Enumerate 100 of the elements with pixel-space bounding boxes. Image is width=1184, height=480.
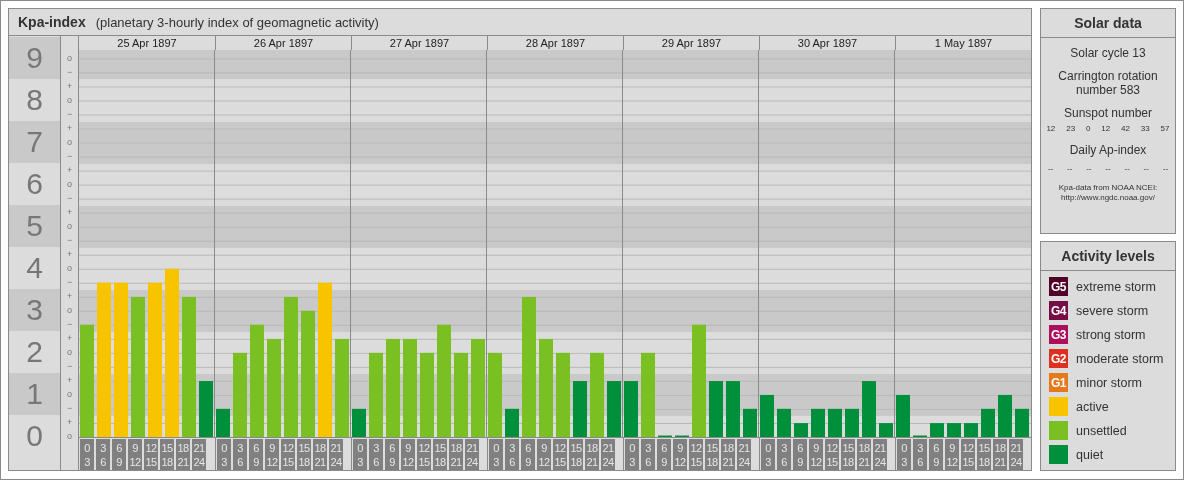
y-axis-label: 2 (26, 337, 43, 367)
scale-mark: o (67, 388, 73, 401)
scale-mark: o (67, 220, 73, 233)
sunspot-title: Sunspot number (1063, 106, 1153, 120)
time-slot-label: 18 21 (857, 439, 871, 470)
scale-mark: + (67, 122, 73, 135)
scale-mark: − (67, 234, 73, 247)
time-slot-label: 12 15 (689, 439, 703, 470)
time-slot-label: 3 6 (777, 439, 791, 470)
time-slot-label: 0 3 (489, 439, 503, 470)
scale-mark: o (67, 430, 73, 443)
time-slot-label: 3 6 (96, 439, 110, 470)
y-axis-label: 1 (26, 379, 43, 409)
time-slot-label: 3 6 (913, 439, 927, 470)
time-slot-label: 12 15 (961, 439, 975, 470)
time-slot-label: 9 12 (945, 439, 959, 470)
scale-mark: o (67, 52, 73, 65)
level-label: active (1076, 399, 1109, 414)
time-slot-label: 15 18 (977, 439, 991, 470)
sunspot-value: 23 (1066, 124, 1076, 133)
y-axis-label: 0 (26, 421, 43, 451)
time-slot-label: 15 18 (297, 439, 311, 470)
time-slot-label: 21 24 (601, 439, 615, 470)
time-slot-label: 6 9 (929, 439, 943, 470)
scale-mark: − (67, 150, 73, 163)
panel-subtitle: (planetary 3-hourly index of geomagnetic activity) (95, 14, 379, 30)
scale-mark: + (67, 332, 73, 345)
time-slot-label: 0 3 (80, 439, 94, 470)
time-slot-label: 18 21 (993, 439, 1007, 470)
sunspot-value: 57 (1160, 124, 1170, 133)
scale-mark: o (67, 136, 73, 149)
scale-mark: − (67, 192, 73, 205)
time-slot-label: 15 18 (433, 439, 447, 470)
scale-mark: o (67, 178, 73, 191)
time-slot-label: 3 6 (369, 439, 383, 470)
y-axis-label: 5 (26, 211, 43, 241)
ap-value: -- (1143, 164, 1149, 173)
ap-value: -- (1105, 164, 1111, 173)
level-label: strong storm (1076, 327, 1146, 342)
time-slot-label: 3 6 (233, 439, 247, 470)
time-slot-label: 15 18 (569, 439, 583, 470)
time-slot-label: 6 9 (385, 439, 399, 470)
scale-mark: − (67, 360, 73, 373)
time-slot-label: 18 21 (313, 439, 327, 470)
time-slot-label: 21 24 (737, 439, 751, 470)
panel-title: Kpa-index (18, 14, 86, 30)
scale-mark: o (67, 304, 73, 317)
scale-mark: + (67, 164, 73, 177)
time-slot-label: 6 9 (112, 439, 126, 470)
time-slot-label: 15 18 (841, 439, 855, 470)
level-label: extreme storm (1076, 279, 1156, 294)
carrington-text: Carrington rotation number 583 (1057, 69, 1159, 97)
time-slot-label: 9 12 (265, 439, 279, 470)
scale-mark: − (67, 66, 73, 79)
scale-mark: + (67, 248, 73, 261)
time-slot-label: 3 6 (641, 439, 655, 470)
level-label: severe storm (1076, 303, 1149, 318)
scale-mark: − (67, 318, 73, 331)
y-axis-label: 4 (26, 253, 43, 283)
time-slot-label: 12 15 (417, 439, 431, 470)
time-slot-label: 0 3 (761, 439, 775, 470)
time-slot-label: 3 6 (505, 439, 519, 470)
scale-mark: − (67, 108, 73, 121)
y-axis-label: 9 (26, 43, 43, 73)
level-swatch: G3 (1049, 325, 1068, 344)
level-label: unsettled (1076, 423, 1127, 438)
time-slot-label: 21 24 (329, 439, 343, 470)
level-label: minor storm (1076, 375, 1142, 390)
level-swatch: G1 (1049, 373, 1068, 392)
time-slot-label: 18 21 (176, 439, 190, 470)
time-slot-label: 0 3 (217, 439, 231, 470)
sunspot-value: 33 (1140, 124, 1150, 133)
y-axis-label: 3 (26, 295, 43, 325)
ap-value: -- (1124, 164, 1130, 173)
time-slot-label: 18 21 (449, 439, 463, 470)
scale-mark: o (67, 262, 73, 275)
time-slot-label: 9 12 (809, 439, 823, 470)
time-slot-label: 18 21 (585, 439, 599, 470)
scale-mark: o (67, 346, 73, 359)
ap-value: -- (1067, 164, 1073, 173)
time-slot-label: 0 3 (353, 439, 367, 470)
solar-cycle-text: Solar cycle 13 (1070, 46, 1146, 60)
scale-mark: + (67, 374, 73, 387)
time-slot-label: 15 18 (160, 439, 174, 470)
level-label: quiet (1076, 447, 1104, 462)
level-label: moderate storm (1076, 351, 1164, 366)
scale-mark: o (67, 94, 73, 107)
sunspot-value: 12 (1101, 124, 1111, 133)
y-axis-label: 6 (26, 169, 43, 199)
ap-index-title: Daily Ap-index (1069, 143, 1147, 157)
scale-mark: + (67, 80, 73, 93)
y-axis-label: 8 (26, 85, 43, 115)
ap-value: -- (1047, 164, 1054, 173)
time-slot-label: 6 9 (249, 439, 263, 470)
time-slot-label: 12 15 (825, 439, 839, 470)
time-slot-label: 12 15 (144, 439, 158, 470)
time-slot-label: 9 12 (401, 439, 415, 470)
scale-mark: − (67, 276, 73, 289)
time-slot-label: 21 24 (192, 439, 206, 470)
scale-mark: + (67, 290, 73, 303)
